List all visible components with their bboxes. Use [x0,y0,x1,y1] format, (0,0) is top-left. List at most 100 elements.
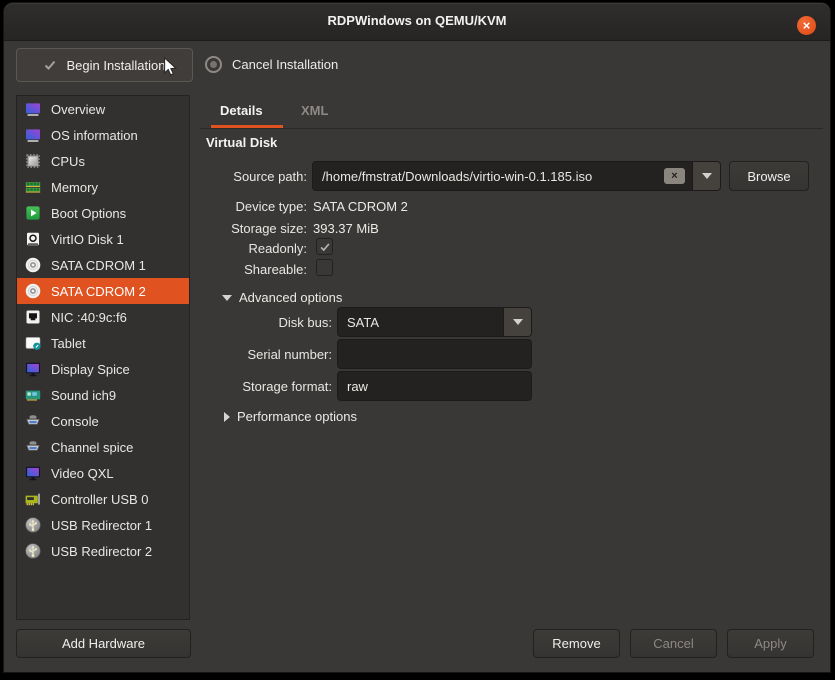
serial-icon [24,438,42,456]
add-hardware-button[interactable]: Add Hardware [16,629,191,658]
cancel-label: Cancel [653,636,693,651]
disk-icon [24,230,42,248]
screen-icon [24,100,42,118]
sidebar-item-label: CPUs [51,154,85,169]
sidebar-item-label: Overview [51,102,105,117]
screen-icon [24,126,42,144]
remove-label: Remove [552,636,600,651]
begin-installation-label: Begin Installation [66,58,165,73]
chevron-down-icon [702,173,712,179]
sidebar-item-label: OS information [51,128,138,143]
close-icon: × [803,19,811,32]
shareable-checkbox[interactable] [316,259,333,276]
sidebar-item-label: Sound ich9 [51,388,116,403]
performance-options-expander[interactable]: Performance options [224,409,357,424]
monitor-icon [24,464,42,482]
expander-open-icon [222,295,232,301]
chevron-down-icon [513,319,523,325]
sidebar-item-boot-options[interactable]: Boot Options [17,200,189,226]
performance-options-label: Performance options [237,409,357,424]
sidebar-item-label: Tablet [51,336,86,351]
sidebar-item-controller-usb-0[interactable]: Controller USB 0 [17,486,189,512]
expander-closed-icon [224,412,230,422]
readonly-label: Readonly: [207,241,307,256]
shareable-label: Shareable: [207,262,307,277]
sidebar-item-label: Display Spice [51,362,130,377]
virt-manager-window: RDPWindows on QEMU/KVM × Begin Installat… [0,0,835,680]
sound-icon [24,386,42,404]
sidebar-item-label: Controller USB 0 [51,492,149,507]
clear-icon[interactable]: × [664,168,685,184]
cdrom-icon [24,256,42,274]
advanced-options-label: Advanced options [239,290,342,305]
cancel-button[interactable]: Cancel [630,629,717,658]
monitor-icon [24,360,42,378]
cancel-installation-button[interactable]: Cancel Installation [205,49,338,79]
sidebar-item-label: Console [51,414,99,429]
browse-label: Browse [747,169,790,184]
close-button[interactable]: × [797,16,816,35]
sidebar-item-sound-ich9[interactable]: Sound ich9 [17,382,189,408]
sidebar-item-usb-redirector-2[interactable]: USB Redirector 2 [17,538,189,564]
sidebar-item-console[interactable]: Console [17,408,189,434]
nic-icon [24,308,42,326]
serial-icon [24,412,42,430]
sidebar-item-label: NIC :40:9c:f6 [51,310,127,325]
sidebar-item-label: Boot Options [51,206,126,221]
sidebar-item-display-spice[interactable]: Display Spice [17,356,189,382]
tab-details[interactable]: Details [220,103,263,118]
remove-button[interactable]: Remove [533,629,620,658]
sidebar-item-label: USB Redirector 2 [51,544,152,559]
apply-label: Apply [754,636,787,651]
sidebar-item-overview[interactable]: Overview [17,96,189,122]
sidebar-item-label: SATA CDROM 2 [51,284,146,299]
storage-format-label: Storage format: [212,379,332,394]
sidebar-item-sata-cdrom-2[interactable]: SATA CDROM 2 [17,278,189,304]
serial-number-input[interactable] [337,339,532,369]
sidebar-item-sata-cdrom-1[interactable]: SATA CDROM 1 [17,252,189,278]
sidebar-item-nic-40-9c-f6[interactable]: NIC :40:9c:f6 [17,304,189,330]
device-type-label: Device type: [207,199,307,214]
sidebar-item-usb-redirector-1[interactable]: USB Redirector 1 [17,512,189,538]
sidebar-item-label: Video QXL [51,466,114,481]
source-path-dropdown-button[interactable] [692,162,720,190]
sidebar-item-virtio-disk-1[interactable]: VirtIO Disk 1 [17,226,189,252]
source-path-field[interactable]: /home/fmstrat/Downloads/virtio-win-0.1.1… [312,161,721,191]
sidebar-item-cpus[interactable]: CPUs [17,148,189,174]
sidebar-item-channel-spice[interactable]: Channel spice [17,434,189,460]
source-path-value[interactable]: /home/fmstrat/Downloads/virtio-win-0.1.1… [313,169,664,184]
sidebar-item-os-information[interactable]: OS information [17,122,189,148]
sidebar-item-label: Channel spice [51,440,133,455]
tab-xml[interactable]: XML [301,103,328,118]
boot-icon [24,204,42,222]
cancel-installation-label: Cancel Installation [232,57,338,72]
readonly-checkbox[interactable] [316,238,333,255]
pci-card-icon [24,490,42,508]
storage-format-value: raw [347,379,368,394]
cpu-icon [24,152,42,170]
disk-bus-label: Disk bus: [212,315,332,330]
sidebar-item-label: USB Redirector 1 [51,518,152,533]
sidebar-item-tablet[interactable]: Tablet [17,330,189,356]
check-icon [43,58,57,72]
sidebar-item-label: VirtIO Disk 1 [51,232,124,247]
browse-button[interactable]: Browse [729,161,809,191]
usb-icon [24,516,42,534]
sidebar-item-video-qxl[interactable]: Video QXL [17,460,189,486]
window-title: RDPWindows on QEMU/KVM [4,13,830,28]
source-path-label: Source path: [207,169,307,184]
apply-button[interactable]: Apply [727,629,814,658]
hardware-list: Overview OS information CPUs Memory Boot Opt… [16,95,190,620]
usb-icon [24,542,42,560]
storage-size-label: Storage size: [207,221,307,236]
tab-separator [200,128,823,129]
sidebar-item-memory[interactable]: Memory [17,174,189,200]
disk-bus-select[interactable]: SATA [337,307,532,337]
serial-number-label: Serial number: [212,347,332,362]
storage-format-input[interactable]: raw [337,371,532,401]
cdrom-icon [24,282,42,300]
add-hardware-label: Add Hardware [62,636,145,651]
disk-bus-dropdown-button[interactable] [503,308,531,336]
advanced-options-expander[interactable]: Advanced options [222,290,342,305]
cancel-installation-icon [205,56,222,73]
